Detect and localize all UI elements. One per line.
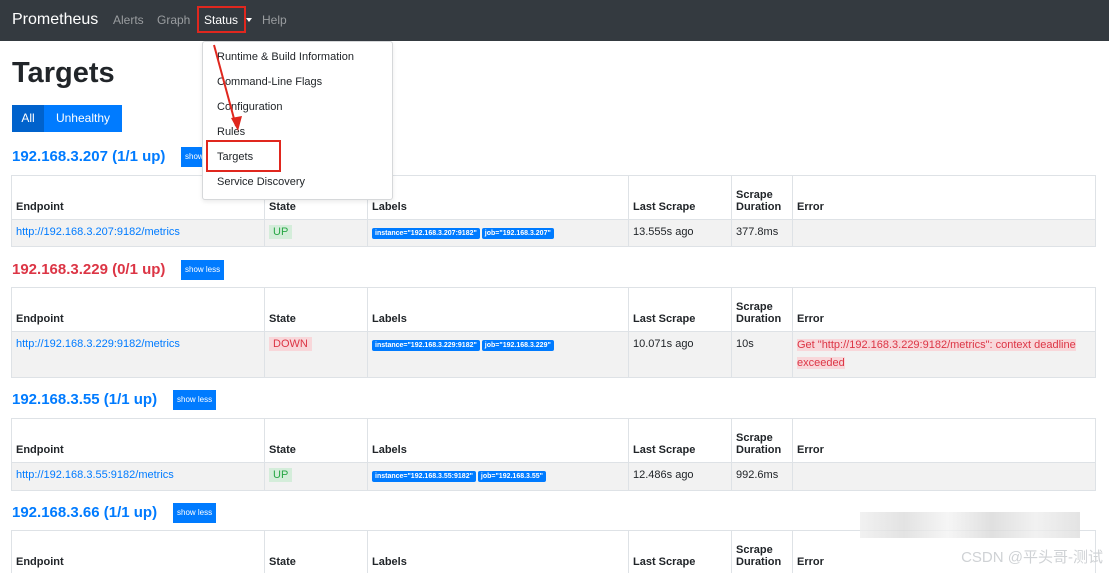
blurred-region: [860, 512, 1080, 538]
watermark: CSDN @平头哥-测试: [961, 549, 1103, 566]
annotation-arrow-icon: [213, 44, 242, 131]
